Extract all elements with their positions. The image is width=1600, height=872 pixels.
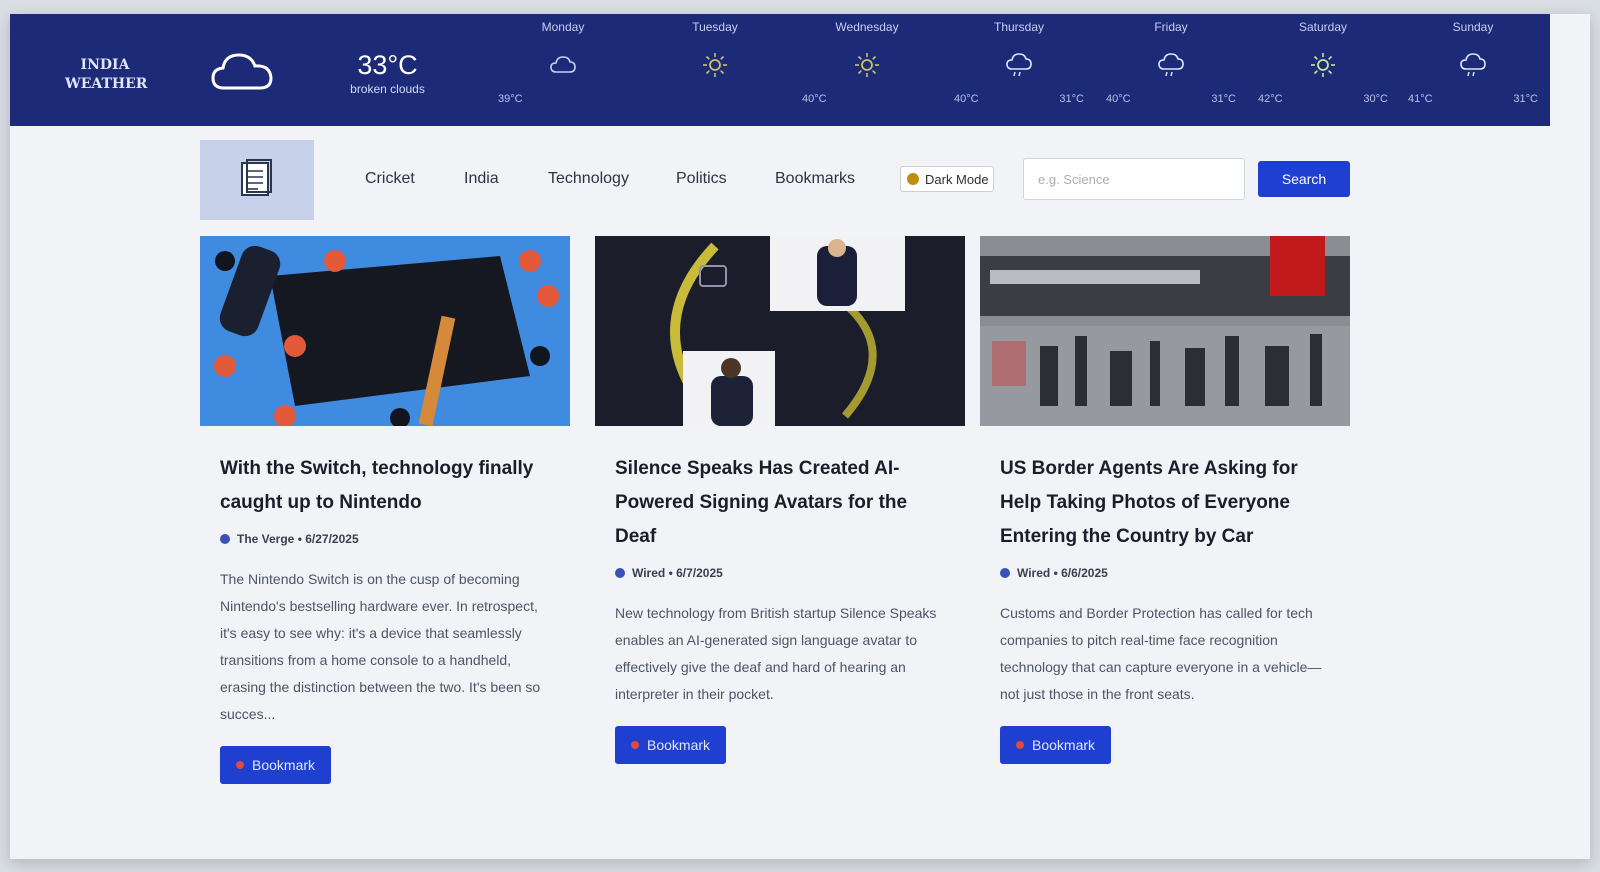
forecast-low: 40°C	[802, 93, 827, 105]
sun-icon	[703, 53, 727, 77]
sun-icon	[855, 53, 879, 77]
nav-link-cricket[interactable]: Cricket	[365, 170, 415, 188]
forecast-high: 31°C	[1059, 93, 1084, 105]
cloud-icon	[211, 53, 273, 90]
article-title[interactable]: Silence Speaks Has Created AI-Powered Si…	[595, 452, 965, 554]
forecast-day: Sunday 41°C 31°C	[1398, 20, 1548, 120]
forecast-day-name: Sunday	[1452, 20, 1494, 34]
forecast-low: 40°C	[954, 93, 979, 105]
dark-mode-toggle[interactable]: Dark Mode	[900, 166, 994, 192]
article-image[interactable]	[595, 236, 965, 426]
sun-icon	[1311, 53, 1335, 77]
rain-cloud-icon	[1460, 53, 1486, 77]
forecast-day-name: Tuesday	[692, 20, 738, 34]
pin-icon	[236, 761, 244, 769]
rain-cloud-icon	[1006, 53, 1032, 77]
dark-mode-label: Dark Mode	[925, 171, 989, 187]
bookmark-button[interactable]: Bookmark	[1000, 726, 1112, 764]
forecast-low: 40°C	[1106, 93, 1131, 105]
forecast-day-name: Friday	[1154, 20, 1188, 34]
article-meta: Wired • 6/7/2025	[595, 566, 965, 580]
forecast-day: Saturday 42°C 30°C	[1248, 20, 1398, 120]
forecast-day: Wednesday 40°C	[792, 20, 942, 120]
browser-viewport: INDIA WEATHER 33°C broken clouds Monday …	[10, 14, 1590, 859]
nav-link-politics[interactable]: Politics	[676, 170, 727, 188]
article-description: New technology from British startup Sile…	[615, 605, 937, 702]
forecast-high: 31°C	[1211, 93, 1236, 105]
weather-bar: INDIA WEATHER 33°C broken clouds Monday …	[10, 14, 1550, 126]
article-source: The Verge • 6/27/2025	[237, 532, 359, 546]
weather-brand-line2: WEATHER	[65, 76, 148, 92]
forecast-day-name: Monday	[541, 20, 585, 34]
rain-cloud-icon	[1158, 53, 1184, 77]
bookmark-button[interactable]: Bookmark	[615, 726, 727, 764]
source-dot-icon	[615, 568, 625, 578]
nav-link-india[interactable]: India	[464, 170, 499, 188]
search-button[interactable]: Search	[1258, 161, 1350, 197]
forecast-day-name: Saturday	[1298, 20, 1348, 34]
current-weather-description: broken clouds	[350, 82, 425, 96]
article-meta: Wired • 6/6/2025	[980, 566, 1350, 580]
border-crossing-photo	[980, 236, 1350, 426]
article-meta: The Verge • 6/27/2025	[200, 532, 570, 546]
bookmark-label: Bookmark	[647, 737, 711, 753]
bookmark-button[interactable]: Bookmark	[220, 746, 332, 784]
article-image[interactable]	[980, 236, 1350, 426]
article-source: Wired • 6/7/2025	[632, 566, 723, 580]
signing-avatar-illustration	[595, 236, 965, 426]
current-temperature: 33°C	[357, 50, 418, 80]
bookmark-label: Bookmark	[252, 757, 316, 773]
site-logo[interactable]	[200, 140, 314, 220]
search-input[interactable]	[1023, 158, 1245, 200]
forecast-day: Thursday 40°C 31°C	[944, 20, 1094, 120]
forecast-day: Friday 40°C 31°C	[1096, 20, 1246, 120]
article-card: US Border Agents Are Asking for Help Tak…	[980, 236, 1350, 764]
source-dot-icon	[220, 534, 230, 544]
bookmark-label: Bookmark	[1032, 737, 1096, 753]
weather-brand-line1: INDIA	[80, 57, 130, 73]
forecast-low: 39°C	[498, 93, 523, 105]
cloud-icon	[550, 56, 576, 73]
forecast-high: 31°C	[1513, 93, 1538, 105]
article-title[interactable]: US Border Agents Are Asking for Help Tak…	[980, 452, 1350, 554]
forecast-day: Monday 39°C	[488, 20, 638, 120]
newspaper-icon	[241, 159, 272, 196]
article-description: Customs and Border Protection has called…	[1000, 605, 1322, 702]
source-dot-icon	[1000, 568, 1010, 578]
forecast-low: 42°C	[1258, 93, 1283, 105]
pin-icon	[631, 741, 639, 749]
article-image[interactable]	[200, 236, 570, 426]
forecast-day-name: Thursday	[993, 20, 1045, 34]
article-card: Silence Speaks Has Created AI-Powered Si…	[595, 236, 965, 764]
forecast-day-name: Wednesday	[835, 20, 899, 34]
nav-link-technology[interactable]: Technology	[548, 170, 629, 188]
controller-illustration	[200, 236, 570, 426]
moon-icon	[907, 173, 919, 185]
forecast-high: 30°C	[1363, 93, 1388, 105]
nav-link-bookmarks[interactable]: Bookmarks	[775, 170, 855, 188]
article-card: With the Switch, technology finally caug…	[200, 236, 570, 784]
navbar: Cricket India Technology Politics Bookma…	[10, 130, 1590, 242]
article-title[interactable]: With the Switch, technology finally caug…	[200, 452, 570, 520]
article-source: Wired • 6/6/2025	[1017, 566, 1108, 580]
article-description: The Nintendo Switch is on the cusp of be…	[220, 571, 541, 722]
weather-brand: INDIA WEATHER	[65, 56, 148, 94]
forecast-day: Tuesday	[640, 20, 790, 120]
pin-icon	[1016, 741, 1024, 749]
forecast-low: 41°C	[1408, 93, 1433, 105]
